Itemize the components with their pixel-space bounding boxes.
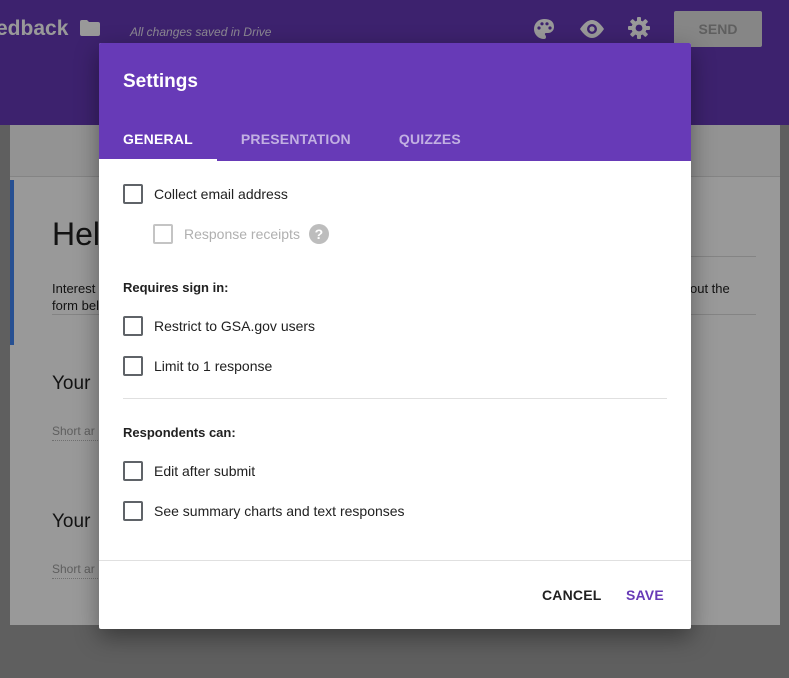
respondents-can-heading: Respondents can: [123,425,236,440]
collect-email-checkbox[interactable] [123,184,143,204]
edit-after-submit-checkbox[interactable] [123,461,143,481]
see-summary-checkbox[interactable] [123,501,143,521]
save-button[interactable]: SAVE [626,587,664,603]
tab-general[interactable]: GENERAL [99,117,217,161]
help-icon[interactable]: ? [308,224,329,244]
edit-after-submit-label[interactable]: Edit after submit [154,463,255,479]
limit-one-response-label[interactable]: Limit to 1 response [154,358,272,374]
option-edit-after-submit[interactable]: Edit after submit [123,451,667,491]
dialog-footer: CANCEL SAVE [99,560,691,629]
requires-sign-in-heading: Requires sign in: [123,280,229,295]
option-restrict-domain[interactable]: Restrict to GSA.gov users [123,306,667,346]
see-summary-label[interactable]: See summary charts and text responses [154,503,405,519]
settings-dialog: Settings GENERAL PRESENTATION QUIZZES Co… [99,43,691,629]
option-response-receipts: Response receipts ? [123,214,667,254]
option-collect-email[interactable]: Collect email address [123,174,667,214]
collect-email-label[interactable]: Collect email address [154,186,288,202]
dialog-tabs: GENERAL PRESENTATION QUIZZES [99,117,485,161]
dialog-body: Collect email address Response receipts … [99,161,691,531]
tab-quizzes[interactable]: QUIZZES [375,117,485,161]
dialog-header: Settings GENERAL PRESENTATION QUIZZES [99,43,691,161]
restrict-domain-checkbox[interactable] [123,316,143,336]
tab-presentation[interactable]: PRESENTATION [217,117,375,161]
option-see-summary[interactable]: See summary charts and text responses [123,491,667,531]
limit-one-response-checkbox[interactable] [123,356,143,376]
response-receipts-label: Response receipts [184,226,300,242]
dialog-title: Settings [123,71,198,92]
option-limit-one-response[interactable]: Limit to 1 response [123,346,667,386]
response-receipts-checkbox [153,224,173,244]
cancel-button[interactable]: CANCEL [542,587,602,603]
restrict-domain-label[interactable]: Restrict to GSA.gov users [154,318,315,334]
